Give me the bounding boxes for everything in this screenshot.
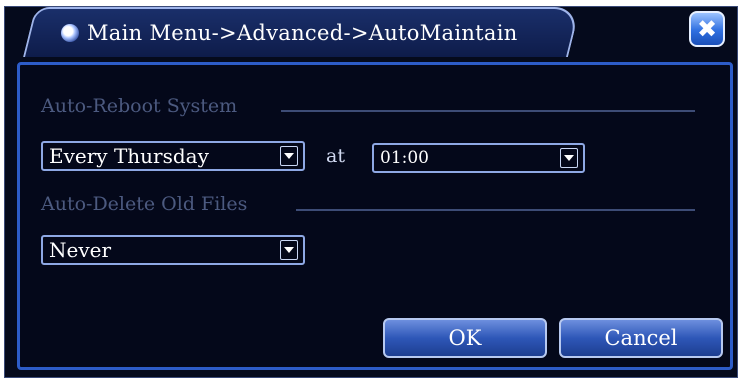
ok-button[interactable]: OK <box>383 318 547 358</box>
reboot-time-value: 01:00 <box>380 148 429 168</box>
auto-maintain-dialog: Main Menu->Advanced->AutoMaintain ✖ Auto… <box>4 6 738 378</box>
chevron-down-icon[interactable] <box>560 148 578 168</box>
settings-panel: Auto-Reboot System Every Thursday at 01:… <box>17 62 733 370</box>
chevron-down-icon[interactable] <box>280 146 298 166</box>
title-bar: Main Menu->Advanced->AutoMaintain <box>61 16 518 50</box>
close-icon: ✖ <box>696 15 718 43</box>
chevron-down-icon[interactable] <box>280 240 298 260</box>
at-label: at <box>326 145 345 167</box>
auto-reboot-divider <box>281 110 695 112</box>
reboot-schedule-select[interactable]: Every Thursday <box>41 141 305 171</box>
auto-delete-divider <box>296 209 695 211</box>
globe-icon <box>61 24 79 42</box>
reboot-schedule-value: Every Thursday <box>49 144 209 168</box>
window-title: Main Menu->Advanced->AutoMaintain <box>87 21 518 45</box>
auto-reboot-label: Auto-Reboot System <box>41 95 238 117</box>
auto-delete-value: Never <box>49 238 112 262</box>
close-button[interactable]: ✖ <box>689 11 725 47</box>
cancel-button[interactable]: Cancel <box>559 318 723 358</box>
auto-delete-label: Auto-Delete Old Files <box>41 193 248 215</box>
reboot-time-select[interactable]: 01:00 <box>372 143 585 173</box>
auto-delete-select[interactable]: Never <box>41 235 305 265</box>
